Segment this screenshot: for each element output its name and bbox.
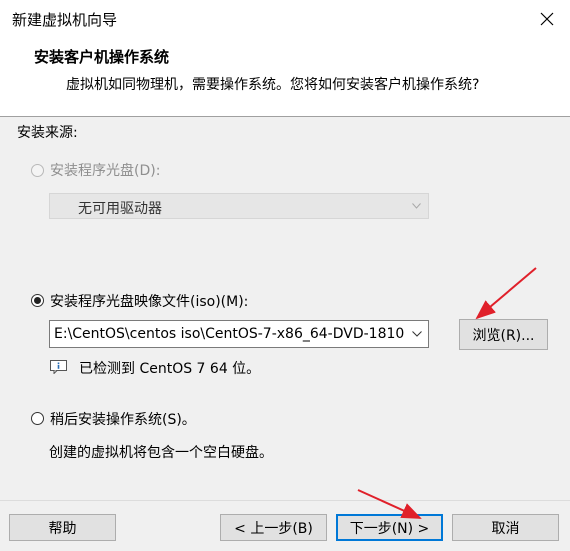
radio-iso-image[interactable] — [31, 294, 44, 307]
page-subtitle: 虚拟机如同物理机，需要操作系统。您将如何安装客户机操作系统? — [66, 77, 480, 93]
page-title: 安装客户机操作系统 — [34, 48, 170, 66]
help-button[interactable]: 帮助 — [9, 514, 116, 541]
cancel-button[interactable]: 取消 — [452, 514, 559, 541]
close-icon — [540, 12, 554, 26]
drive-select[interactable]: 无可用驱动器 — [49, 193, 429, 219]
install-later-note: 创建的虚拟机将包含一个空白硬盘。 — [49, 445, 273, 461]
installer-disc-label: 安装程序光盘(D): — [50, 163, 161, 179]
iso-path-combobox[interactable]: E:\CentOS\centos iso\CentOS-7-x86_64-DVD… — [49, 320, 429, 348]
back-button[interactable]: < 上一步(B) — [220, 514, 327, 541]
radio-install-later[interactable] — [31, 412, 44, 425]
wizard-header: 安装客户机操作系统 虚拟机如同物理机，需要操作系统。您将如何安装客户机操作系统? — [0, 38, 570, 117]
chevron-down-icon — [412, 203, 421, 209]
iso-image-label: 安装程序光盘映像文件(iso)(M): — [50, 294, 249, 310]
browse-button[interactable]: 浏览(R)... — [459, 319, 548, 350]
title-bar: 新建虚拟机向导 — [0, 0, 570, 38]
install-later-label: 稍后安装操作系统(S)。 — [50, 412, 196, 428]
close-button[interactable] — [524, 0, 570, 38]
next-button[interactable]: 下一步(N) > — [336, 514, 443, 541]
button-bar-divider — [0, 500, 570, 501]
info-icon — [50, 360, 67, 374]
radio-selected-dot — [34, 297, 41, 304]
iso-path-value[interactable]: E:\CentOS\centos iso\CentOS-7-x86_64-DVD… — [54, 326, 404, 342]
window-title: 新建虚拟机向导 — [12, 11, 118, 29]
install-source-label: 安装来源: — [17, 125, 78, 141]
annotation-arrow-browse — [475, 267, 537, 320]
drive-select-value: 无可用驱动器 — [78, 201, 162, 217]
radio-installer-disc[interactable] — [31, 164, 44, 177]
detected-os-text: 已检测到 CentOS 7 64 位。 — [79, 361, 261, 377]
chevron-down-icon[interactable] — [412, 331, 422, 337]
